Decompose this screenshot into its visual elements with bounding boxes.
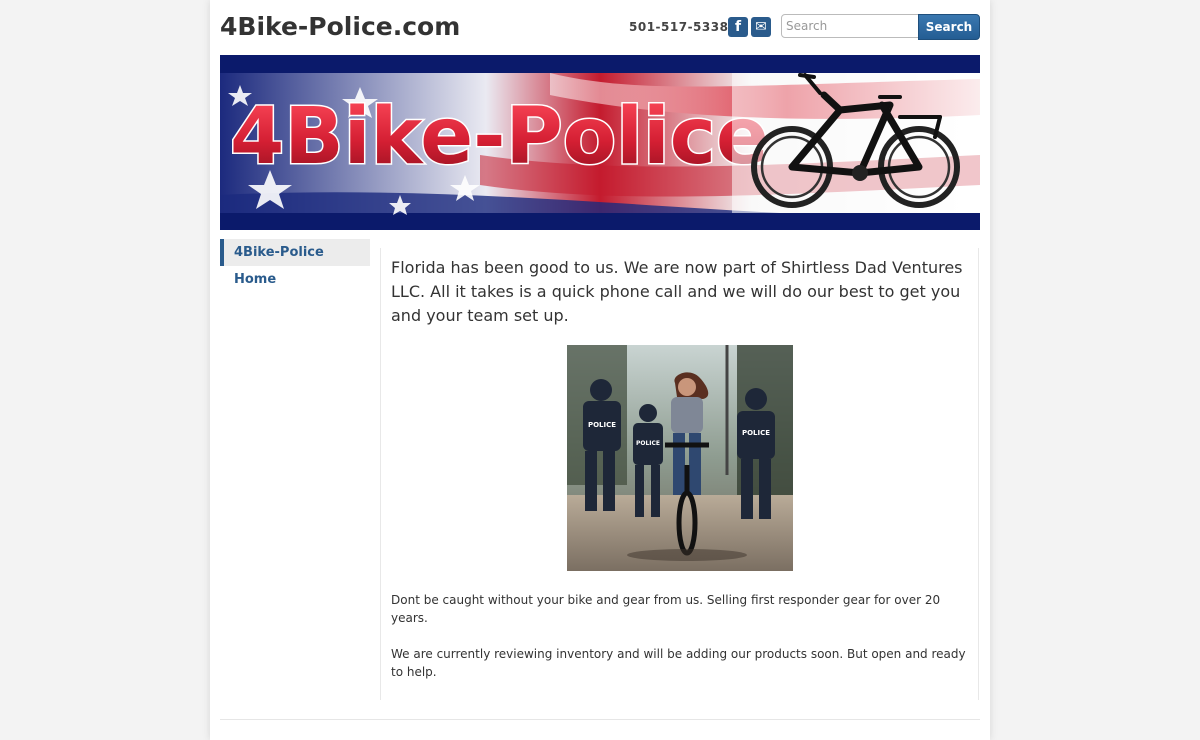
- nav-item-home[interactable]: 4Bike-Police Home: [220, 239, 370, 287]
- mail-icon[interactable]: ✉: [751, 17, 771, 37]
- page-container: 4Bike-Police.com 501-517-5338 f ✉ Search: [210, 0, 990, 740]
- banner: 4Bike-Police: [220, 55, 980, 230]
- lead-text: Florida has been good to us. We are now …: [391, 258, 963, 325]
- phone-number: 501-517-5338: [629, 20, 729, 34]
- banner-image: 4Bike-Police: [220, 55, 980, 230]
- vest-label: POLICE: [741, 429, 769, 437]
- footer-divider: [220, 719, 980, 720]
- paragraph-inventory: We are currently reviewing inventory and…: [391, 647, 966, 679]
- vest-label: POLICE: [635, 440, 659, 447]
- police-bike-chase-photo: POLICE POLICE POLICE: [566, 345, 793, 571]
- search-button[interactable]: Search: [918, 14, 980, 40]
- search-input[interactable]: [781, 14, 919, 38]
- banner-logo-text: 4Bike-Police: [230, 92, 769, 182]
- facebook-icon[interactable]: f: [728, 17, 748, 37]
- vest-label: POLICE: [587, 421, 615, 429]
- site-title[interactable]: 4Bike-Police.com: [220, 12, 460, 41]
- main-content: Florida has been good to us. We are now …: [380, 248, 979, 700]
- paragraph-gear: Dont be caught without your bike and gea…: [391, 593, 941, 625]
